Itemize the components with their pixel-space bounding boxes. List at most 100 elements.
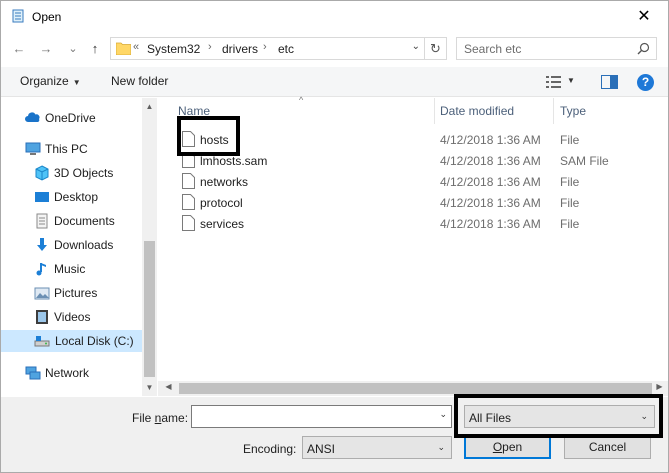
open-button[interactable]: Open [464, 436, 551, 459]
file-name-label: File name: [132, 411, 188, 425]
file-icon [182, 173, 195, 189]
sidebar-item-label: 3D Objects [54, 166, 114, 180]
file-list: ^ Name Date modified Type hosts 4/12/201… [158, 95, 668, 396]
sidebar-item-this-pc[interactable]: This PC [25, 138, 142, 160]
file-list-scrollbar[interactable]: ◀ ▶ [158, 381, 668, 396]
sidebar-item-onedrive[interactable]: OneDrive [25, 107, 142, 129]
file-row-protocol[interactable]: protocol 4/12/2018 1:36 AM File [178, 192, 668, 213]
view-options-caret-icon[interactable]: ▼ [567, 76, 575, 85]
search-icon[interactable] [637, 42, 650, 55]
breadcrumb-separator[interactable]: › [263, 41, 267, 53]
sidebar-item-label: Downloads [54, 238, 114, 252]
file-type: File [560, 175, 580, 189]
help-icon[interactable]: ? [637, 74, 654, 91]
file-row-services[interactable]: services 4/12/2018 1:36 AM File [178, 213, 668, 234]
encoding-label: Encoding: [243, 442, 297, 456]
file-date: 4/12/2018 1:36 AM [440, 175, 541, 189]
search-input[interactable] [464, 41, 634, 57]
preview-pane-icon[interactable] [601, 75, 618, 89]
navigation-pane: OneDrive This PC 3D Objects Desktop Docu… [1, 98, 157, 396]
up-button[interactable]: ↑ [85, 39, 105, 59]
column-header-date-modified[interactable]: Date modified [440, 104, 514, 118]
forward-button[interactable]: → [36, 39, 56, 59]
breadcrumb-system32[interactable]: System32 [147, 42, 200, 56]
file-name: services [200, 217, 245, 231]
sidebar-item-downloads[interactable]: Downloads [34, 234, 142, 256]
sidebar-item-network[interactable]: Network [25, 362, 142, 384]
sidebar-item-music[interactable]: Music [34, 258, 142, 280]
sidebar-item-local-disk[interactable]: Local Disk (C:) [1, 330, 142, 352]
refresh-button[interactable]: ↻ [424, 38, 446, 59]
file-type-filter-value: All Files [469, 411, 512, 425]
back-button[interactable]: ← [9, 39, 29, 59]
navigation-bar: ← → ⌄ ↑ « System32 › drivers › etc ⌄ ↻ [1, 33, 668, 65]
cancel-button[interactable]: Cancel [564, 436, 651, 459]
file-row-hosts[interactable]: hosts 4/12/2018 1:36 AM File [178, 129, 668, 150]
cube-icon [35, 165, 49, 181]
column-divider[interactable] [434, 98, 435, 124]
videos-icon [36, 310, 48, 324]
overflow-chevron[interactable]: « [133, 41, 139, 53]
encoding-value: ANSI [307, 442, 336, 456]
file-icon [182, 131, 195, 147]
sort-ascending-icon: ^ [299, 95, 304, 105]
download-icon [37, 238, 47, 251]
scroll-right-icon[interactable]: ▶ [652, 382, 667, 391]
close-button[interactable]: ✕ [630, 7, 658, 27]
scroll-down-icon[interactable]: ▼ [142, 383, 157, 392]
sidebar-item-label: OneDrive [45, 111, 96, 125]
file-row-networks[interactable]: networks 4/12/2018 1:36 AM File [178, 171, 668, 192]
chevron-down-icon: ⌄ [437, 442, 445, 452]
file-icon [182, 215, 195, 231]
open-label-rest: pen [502, 440, 523, 454]
sidebar-item-documents[interactable]: Documents [34, 210, 142, 232]
organize-label: Organize [20, 74, 69, 88]
column-header-type[interactable]: Type [560, 104, 586, 118]
sidebar-item-desktop[interactable]: Desktop [34, 186, 142, 208]
breadcrumb-drivers[interactable]: drivers [222, 42, 258, 56]
dialog-footer: File name: ⌄ All Files ⌄ Encoding: ANSI … [1, 397, 668, 472]
network-icon [25, 366, 41, 380]
sidebar-item-videos[interactable]: Videos [34, 306, 142, 328]
scroll-up-icon[interactable]: ▲ [142, 102, 157, 111]
file-date: 4/12/2018 1:36 AM [440, 196, 541, 210]
encoding-select[interactable]: ANSI ⌄ [302, 436, 452, 459]
file-type-filter[interactable]: All Files ⌄ [464, 405, 655, 428]
file-name-field[interactable] [195, 409, 425, 425]
file-type: SAM File [560, 154, 609, 168]
recent-locations-button[interactable]: ⌄ [63, 39, 83, 59]
file-name-combobox[interactable]: ⌄ [191, 405, 452, 428]
sidebar-item-pictures[interactable]: Pictures [34, 282, 142, 304]
file-date: 4/12/2018 1:36 AM [440, 217, 541, 231]
sidebar-item-label: Desktop [54, 190, 99, 204]
file-row-lmhosts[interactable]: lmhosts.sam 4/12/2018 1:36 AM SAM File [178, 150, 668, 171]
drive-icon [34, 336, 50, 347]
column-header-name[interactable]: Name [178, 104, 210, 118]
column-divider[interactable] [553, 98, 554, 124]
breadcrumb-etc[interactable]: etc [278, 42, 294, 56]
address-bar[interactable]: « System32 › drivers › etc ⌄ ↻ [110, 37, 447, 60]
open-accel: O [492, 440, 503, 454]
address-dropdown-button[interactable]: ⌄ [412, 41, 420, 52]
computer-icon [25, 142, 41, 155]
chevron-down-icon[interactable]: ⌄ [439, 409, 447, 420]
sidebar-scrollbar[interactable]: ▲ ▼ [142, 98, 157, 396]
desktop-icon [35, 192, 49, 202]
new-folder-button[interactable]: New folder [111, 74, 168, 88]
sidebar-scroll-thumb[interactable] [144, 241, 155, 377]
file-list-scroll-thumb[interactable] [179, 383, 652, 394]
chevron-down-icon: ⌄ [640, 411, 648, 421]
view-options-icon[interactable] [546, 75, 562, 89]
sidebar-item-3d-objects[interactable]: 3D Objects [34, 162, 142, 184]
breadcrumb-separator[interactable]: › [208, 41, 212, 53]
sidebar-item-label: This PC [45, 142, 88, 156]
music-icon [36, 263, 46, 276]
file-name-label-prefix: File [132, 411, 155, 425]
scroll-left-icon[interactable]: ◀ [161, 382, 176, 391]
organize-button[interactable]: Organize ▼ [20, 74, 81, 88]
file-date: 4/12/2018 1:36 AM [440, 154, 541, 168]
documents-icon [36, 213, 48, 229]
file-type: File [560, 196, 580, 210]
search-box[interactable] [456, 37, 657, 60]
window-title: Open [32, 10, 62, 24]
